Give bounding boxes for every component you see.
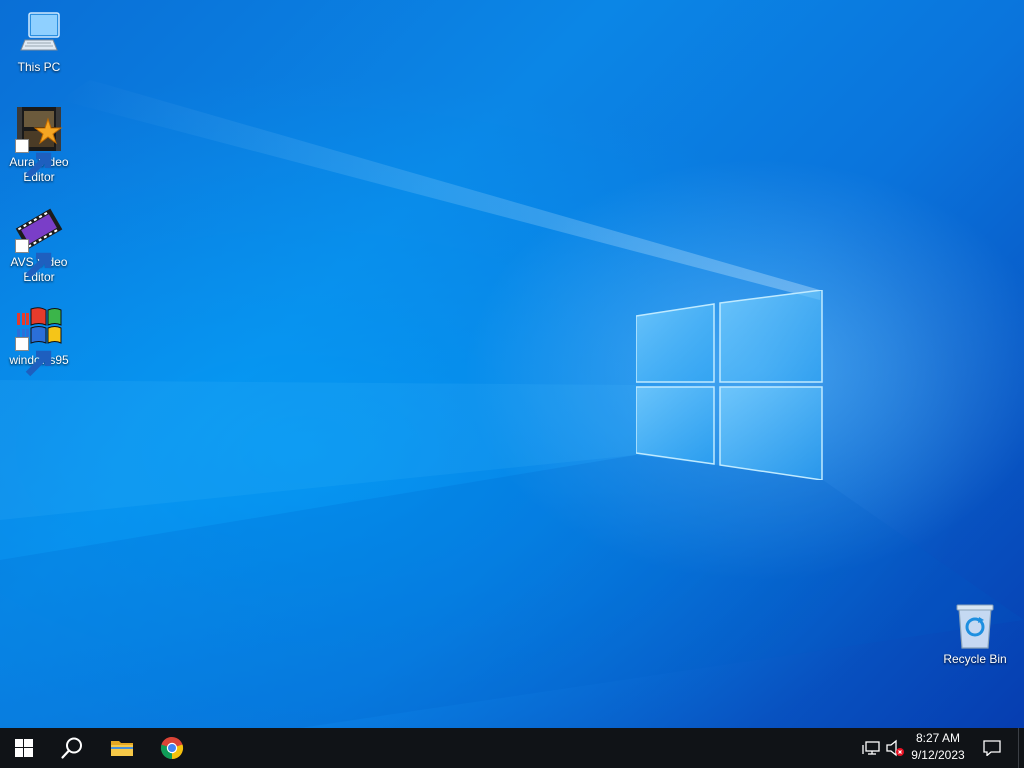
desktop-icon-label: Recycle Bin <box>943 652 1007 666</box>
desktop-icon-avs-video-editor[interactable]: AVS Video Editor <box>1 205 77 285</box>
shortcut-arrow-icon <box>15 139 52 179</box>
folder-icon <box>111 741 133 756</box>
volume-muted-icon <box>886 739 904 757</box>
desktop-icon-aura-video-editor[interactable]: Aura Video Editor <box>1 105 77 185</box>
chrome-button[interactable] <box>148 728 196 768</box>
desktop-icon-recycle-bin[interactable]: Recycle Bin <box>937 602 1013 667</box>
clock-date: 9/12/2023 <box>911 748 965 762</box>
windows-start-icon <box>15 739 33 757</box>
desktop-icon-this-pc[interactable]: This PC <box>1 10 77 75</box>
shortcut-arrow-icon <box>15 337 52 377</box>
desktop-icon-label: This PC <box>17 60 61 74</box>
windows95-icon <box>15 303 63 377</box>
file-explorer-button[interactable] <box>98 728 146 768</box>
network-icon <box>862 741 880 755</box>
taskbar: 8:27 AM 9/12/2023 <box>0 728 1024 768</box>
wallpaper-beams <box>0 80 1024 728</box>
windows-logo <box>636 290 823 480</box>
network-button[interactable] <box>860 728 882 768</box>
volume-button[interactable] <box>884 728 906 768</box>
search-button[interactable] <box>48 728 96 768</box>
start-button[interactable] <box>0 728 48 768</box>
action-center-icon <box>983 740 1001 756</box>
clock[interactable]: 8:27 AM 9/12/2023 <box>906 730 970 766</box>
search-icon <box>61 737 82 759</box>
shortcut-arrow-icon <box>15 239 52 279</box>
show-desktop-divider <box>1018 728 1019 768</box>
computer-icon <box>15 10 63 58</box>
aura-video-editor-icon <box>15 105 63 179</box>
action-center-button[interactable] <box>976 728 1008 768</box>
avs-video-editor-icon <box>15 205 63 279</box>
recycle-bin-icon <box>951 602 999 650</box>
desktop[interactable]: This PC Aura Video Editor AVS Video Edit… <box>0 0 1024 728</box>
clock-time: 8:27 AM <box>915 731 961 745</box>
chrome-icon <box>160 736 184 760</box>
desktop-icon-windows95[interactable]: windows95 <box>1 303 77 377</box>
